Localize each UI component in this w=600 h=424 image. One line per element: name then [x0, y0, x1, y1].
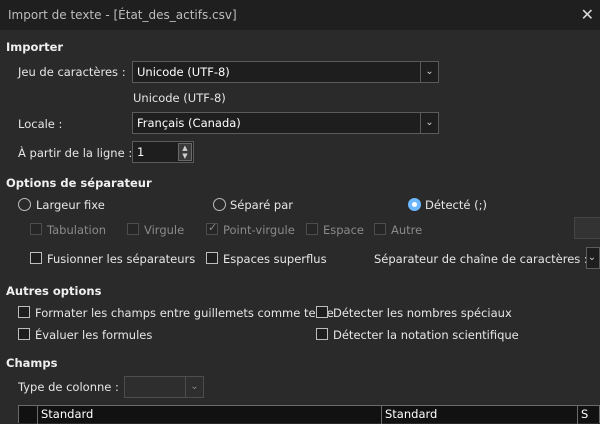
checkbox-scientific-notation[interactable] [316, 328, 328, 340]
column-type-label: Type de colonne : [18, 380, 119, 394]
charset-select[interactable]: Unicode (UTF-8) ⌄ [132, 61, 439, 83]
checkbox-merge-separators[interactable] [30, 252, 42, 264]
evaluate-formulas-label: Évaluer les formules [35, 328, 153, 342]
radio-fixed-width[interactable] [18, 198, 31, 211]
column-header[interactable]: Standard [37, 406, 381, 424]
radio-separated-by-label: Séparé par [230, 198, 294, 212]
checkbox-trim-spaces[interactable] [206, 252, 218, 264]
charset-value: Unicode (UTF-8) [137, 65, 230, 79]
from-line-stepper[interactable]: 1 ▲ ▼ [132, 141, 194, 163]
scientific-notation-label: Détecter la notation scientifique [333, 328, 519, 342]
charset-preview: Unicode (UTF-8) [133, 91, 226, 105]
charset-label: Jeu de caractères : [18, 65, 126, 79]
separator-heading: Options de séparateur [6, 176, 152, 190]
chevron-down-icon: ⌄ [420, 113, 438, 133]
chevron-down-icon: ⌄ [587, 252, 597, 263]
close-icon[interactable]: ✕ [581, 0, 594, 30]
checkbox-tab-label: Tabulation [47, 223, 107, 237]
spin-arrows-icon[interactable]: ▲ ▼ [178, 143, 192, 161]
checkbox-comma-label: Virgule [144, 223, 185, 237]
checkbox-semicolon-label: Point-virgule [223, 223, 295, 237]
checkbox-quoted-as-text[interactable] [18, 306, 30, 318]
checkbox-other[interactable] [374, 223, 386, 235]
column-header[interactable]: Standard [381, 406, 577, 424]
radio-detected-label: Détecté (;) [425, 198, 487, 212]
from-line-value: 1 [137, 145, 145, 159]
title-bar: Import de texte - [État_des_actifs.csv] … [0, 0, 600, 30]
checkbox-semicolon[interactable] [206, 221, 218, 235]
trim-spaces-label: Espaces superflus [223, 252, 327, 266]
checkbox-evaluate-formulas[interactable] [18, 328, 30, 340]
checkbox-comma[interactable] [127, 223, 139, 235]
locale-value: Français (Canada) [137, 116, 241, 130]
fields-heading: Champs [6, 356, 58, 370]
checkbox-tab[interactable] [30, 223, 42, 235]
string-delimiter-select[interactable]: ⌄ [586, 247, 600, 269]
window-title: Import de texte - [État_des_actifs.csv] [8, 8, 237, 22]
column-header[interactable]: S [577, 406, 600, 424]
chevron-down-icon: ⌄ [420, 62, 438, 82]
from-line-label: À partir de la ligne : [18, 146, 133, 160]
importer-heading: Importer [6, 40, 64, 54]
radio-detected[interactable] [408, 198, 421, 211]
radio-fixed-width-label: Largeur fixe [36, 198, 105, 212]
checkbox-other-label: Autre [391, 223, 423, 237]
checkbox-space-label: Espace [323, 223, 365, 237]
other-separator-input[interactable] [574, 217, 600, 239]
special-numbers-label: Détecter les nombres spéciaux [333, 306, 512, 320]
checkbox-space[interactable] [306, 223, 318, 235]
string-delimiter-label: Séparateur de chaîne de caractères : [374, 252, 588, 266]
column-type-select[interactable]: ⌄ [124, 376, 204, 398]
radio-separated-by[interactable] [213, 198, 226, 211]
column-header-row: Standard Standard S [18, 405, 600, 424]
other-options-heading: Autres options [6, 284, 102, 298]
merge-separators-label: Fusionner les séparateurs [47, 252, 196, 266]
quoted-as-text-label: Formater les champs entre guillemets com… [35, 306, 334, 320]
chevron-down-icon: ⌄ [185, 377, 203, 397]
locale-label: Locale : [18, 117, 63, 131]
checkbox-special-numbers[interactable] [316, 306, 328, 318]
locale-select[interactable]: Français (Canada) ⌄ [132, 112, 439, 134]
